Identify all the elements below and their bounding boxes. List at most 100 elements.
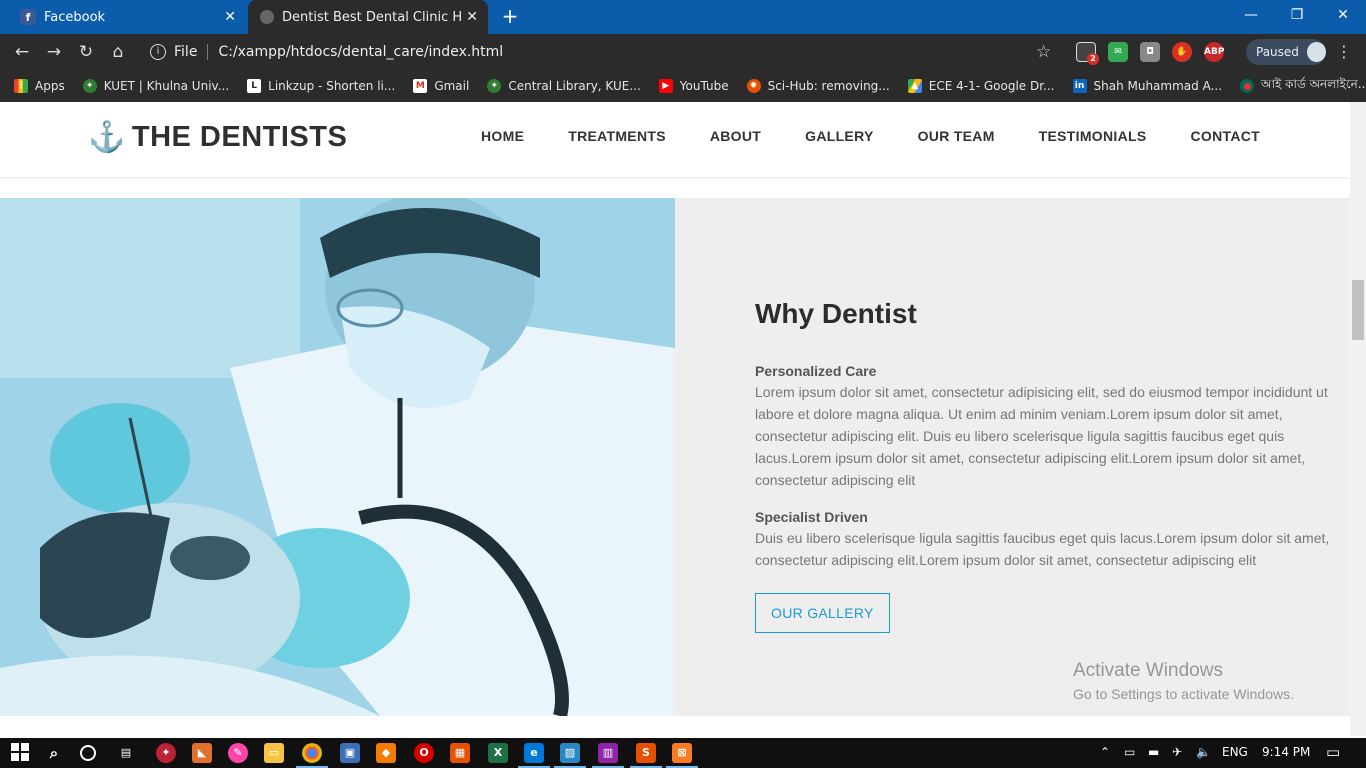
page-viewport: ⚓ THE DENTISTS HOME TREATMENTS ABOUT GAL… <box>0 102 1350 736</box>
gmail-icon: M <box>413 79 428 93</box>
start-icon[interactable] <box>10 743 30 763</box>
bookmark-label: Apps <box>35 79 65 93</box>
linkedin-icon: in <box>1072 79 1087 93</box>
nav-gallery[interactable]: GALLERY <box>805 128 873 144</box>
minimize-button[interactable]: — <box>1228 0 1274 30</box>
xampp-icon[interactable]: ⊠ <box>666 743 698 768</box>
sublime-icon[interactable]: S <box>630 743 662 768</box>
bookmark-label: Sci-Hub: removing... <box>767 79 890 93</box>
bookmark-google-drive[interactable]: ▲ ECE 4-1- Google Dr... <box>907 79 1055 93</box>
mail-extension-icon[interactable]: ✉ <box>1108 42 1128 62</box>
stop-extension-icon[interactable]: ✋ <box>1172 42 1192 62</box>
why-dentist-content: Why Dentist Personalized Care Lorem ipsu… <box>755 298 1330 633</box>
winrar-icon[interactable]: ▥ <box>592 743 624 768</box>
close-tab-icon[interactable]: ✕ <box>224 9 236 25</box>
app-icon[interactable]: ▦ <box>450 743 470 763</box>
nav-treatments[interactable]: TREATMENTS <box>568 128 666 144</box>
restore-button[interactable]: ❐ <box>1274 0 1320 30</box>
language-indicator[interactable]: ENG <box>1222 745 1248 759</box>
bookmark-linkedin[interactable]: in Shah Muhammad A... <box>1072 79 1223 93</box>
edge-icon[interactable]: e <box>518 743 550 768</box>
bookmark-gmail[interactable]: M Gmail <box>413 79 469 93</box>
page-scrollbar[interactable] <box>1350 102 1366 736</box>
watermark-title: Activate Windows <box>1073 660 1223 681</box>
bookmark-apps[interactable]: ⋮ Apps <box>14 79 65 93</box>
address-bar[interactable]: i File C:/xampp/htdocs/dental_care/index… <box>138 38 1068 66</box>
tab-dentist[interactable]: Dentist Best Dental Clinic HTML \ ✕ <box>248 0 488 34</box>
bookmark-kuet[interactable]: ✦ KUET | Khulna Univ... <box>82 79 230 93</box>
matlab-icon[interactable]: ◣ <box>192 743 212 763</box>
youtube-icon: ▶ <box>658 79 673 93</box>
close-window-button[interactable]: ✕ <box>1320 0 1366 30</box>
site-header: ⚓ THE DENTISTS HOME TREATMENTS ABOUT GAL… <box>0 102 1350 177</box>
extension-icon[interactable]: 2 <box>1076 42 1099 65</box>
app-icon[interactable]: ◆ <box>376 743 396 763</box>
bookmark-central-library[interactable]: ✦ Central Library, KUE... <box>487 79 641 93</box>
menu-dots-icon[interactable]: ⋮ <box>1336 42 1352 61</box>
home-icon[interactable]: ⌂ <box>106 40 130 64</box>
google-drive-icon: ▲ <box>907 79 922 93</box>
apps-grid-icon: ⋮ <box>14 79 28 93</box>
bookmark-label: আই কার্ড অনলাইনে... <box>1261 77 1366 91</box>
battery-icon[interactable]: ▬ <box>1148 745 1159 759</box>
why-dentist-section: Why Dentist Personalized Care Lorem ipsu… <box>0 198 1350 716</box>
new-tab-button[interactable]: + <box>498 4 522 28</box>
block-heading-specialist-driven: Specialist Driven <box>755 509 868 525</box>
cortana-icon[interactable] <box>80 745 96 761</box>
close-tab-icon[interactable]: ✕ <box>466 9 478 25</box>
dentist-photo <box>0 198 675 716</box>
volume-icon[interactable]: 🔈 <box>1196 745 1211 759</box>
bookmarks-bar: ⋮ Apps ✦ KUET | Khulna Univ... L Linkzup - … <box>0 70 1366 102</box>
tab-label: Facebook <box>44 9 106 25</box>
opera-icon[interactable]: O <box>414 743 434 763</box>
back-arrow-icon[interactable]: ← <box>10 40 34 64</box>
show-hidden-icons-icon[interactable]: ⌃ <box>1100 745 1110 759</box>
tab-facebook[interactable]: f Facebook ✕ <box>8 0 246 34</box>
nav-testimonials[interactable]: TESTIMONIALS <box>1039 128 1147 144</box>
app-icon[interactable]: ▣ <box>340 743 360 763</box>
dentist-illustration <box>0 198 675 716</box>
nav-our-team[interactable]: OUR TEAM <box>918 128 995 144</box>
nav-home[interactable]: HOME <box>481 128 524 144</box>
photos-icon[interactable]: ▨ <box>554 743 586 768</box>
bookmark-label: ECE 4-1- Google Dr... <box>928 79 1055 93</box>
profile-button[interactable]: Paused <box>1246 39 1326 65</box>
notifications-icon[interactable]: ▭ <box>1326 743 1340 761</box>
block-heading-personalized-care: Personalized Care <box>755 363 877 379</box>
clock[interactable]: 9:14 PM <box>1262 745 1310 759</box>
bookmark-label: KUET | Khulna Univ... <box>103 79 230 93</box>
nav-about[interactable]: ABOUT <box>710 128 761 144</box>
scrollbar-thumb[interactable] <box>1352 280 1364 340</box>
info-icon[interactable]: i <box>150 44 166 60</box>
paint-icon[interactable]: ✎ <box>228 743 248 763</box>
nav-contact[interactable]: CONTACT <box>1191 128 1261 144</box>
windows-taskbar: ⌕ ▤ ✦ ◣ ✎ ▭ ▣ ◆ O ▦ X e ▨ ▥ S ⊠ ⌃ ▭ ▬ ✈ … <box>0 738 1366 768</box>
task-view-icon[interactable]: ▤ <box>116 743 136 763</box>
bookmark-label: Shah Muhammad A... <box>1093 79 1223 93</box>
url-text[interactable]: C:/xampp/htdocs/dental_care/index.html <box>218 44 503 60</box>
bookmark-id-card[interactable]: আই কার্ড অনলাইনে... <box>1240 76 1366 96</box>
network-device-icon[interactable]: ▭ <box>1124 745 1135 759</box>
wifi-icon[interactable]: ✈ <box>1172 745 1182 759</box>
camera-extension-icon[interactable]: ◘ <box>1140 42 1160 62</box>
forward-arrow-icon[interactable]: → <box>42 40 66 64</box>
file-explorer-icon[interactable]: ▭ <box>264 743 284 763</box>
bookmark-star-icon[interactable]: ☆ <box>1036 42 1051 62</box>
adblock-icon[interactable]: ABP <box>1204 42 1224 62</box>
brand-logo[interactable]: ⚓ THE DENTISTS <box>88 120 347 155</box>
excel-icon[interactable]: X <box>488 743 508 763</box>
kuet-shield-icon: ✦ <box>487 79 502 93</box>
avatar <box>1306 42 1326 62</box>
search-icon[interactable]: ⌕ <box>44 743 64 763</box>
reload-icon[interactable]: ↻ <box>74 40 98 64</box>
bookmark-label: Gmail <box>434 79 470 93</box>
our-gallery-button[interactable]: OUR GALLERY <box>755 593 890 633</box>
scheme-label: File <box>174 44 198 60</box>
bookmark-youtube[interactable]: ▶ YouTube <box>658 79 729 93</box>
chrome-icon[interactable] <box>296 743 328 768</box>
bookmark-linkzup[interactable]: L Linkzup - Shorten li... <box>247 79 395 93</box>
section-title: Why Dentist <box>755 298 917 329</box>
browser-tab-strip: f Facebook ✕ Dentist Best Dental Clinic … <box>0 0 1366 34</box>
bookmark-scihub[interactable]: ✹ Sci-Hub: removing... <box>746 79 890 93</box>
app-icon[interactable]: ✦ <box>156 743 176 763</box>
